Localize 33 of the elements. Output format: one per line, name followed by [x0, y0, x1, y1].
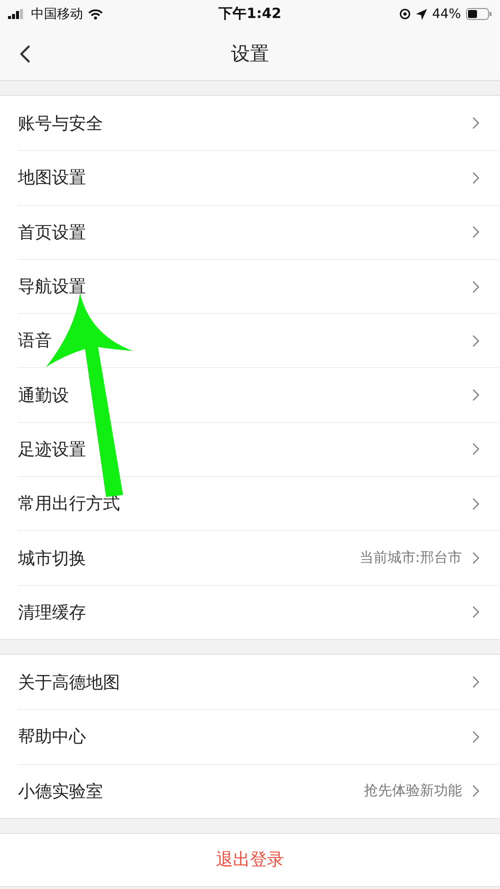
settings-row[interactable]: 小德实验室 抢先体验新功能 [18, 764, 500, 818]
row-label: 关于高德地图 [18, 672, 121, 694]
settings-row[interactable]: 帮助中心 [18, 709, 500, 764]
row-label: 地图设置 [18, 167, 87, 190]
row-label: 通勤设 [18, 384, 70, 407]
settings-row[interactable]: 关于高德地图 [18, 654, 500, 710]
row-detail: 抢先体验新功能 [364, 782, 462, 800]
carrier-name: 中国移动 [31, 6, 83, 23]
settings-row[interactable]: 首页设置 [18, 204, 500, 259]
row-label: 首页设置 [18, 222, 87, 244]
settings-row[interactable]: 清理缓存 [18, 584, 500, 639]
page-title: 设置 [231, 42, 269, 67]
battery-icon [466, 8, 492, 20]
rotation-lock-icon [399, 8, 412, 20]
settings-row[interactable]: 账号与安全 [18, 96, 500, 150]
row-label: 导航设置 [18, 276, 87, 298]
row-label: 帮助中心 [18, 726, 87, 748]
row-label: 清理缓存 [18, 602, 87, 624]
settings-row[interactable]: 城市切换 当前城市:邢台市 [18, 530, 500, 585]
logout-button[interactable]: 退出登录 [0, 832, 500, 887]
row-label: 语音 [18, 330, 53, 352]
row-label: 账号与安全 [18, 112, 104, 135]
row-detail: 当前城市:邢台市 [359, 549, 462, 568]
row-label: 足迹设置 [18, 438, 87, 461]
row-label: 小德实验室 [18, 780, 104, 803]
clock-time: 下午1:42 [218, 5, 282, 23]
row-label: 城市切换 [18, 548, 87, 570]
battery-percent: 44% [432, 6, 462, 22]
wifi-icon [88, 8, 103, 20]
row-label: 常用出行方式 [18, 493, 121, 516]
location-arrow-icon [416, 8, 428, 20]
signal-icon [8, 9, 26, 19]
settings-row[interactable]: 地图设置 [18, 150, 500, 205]
